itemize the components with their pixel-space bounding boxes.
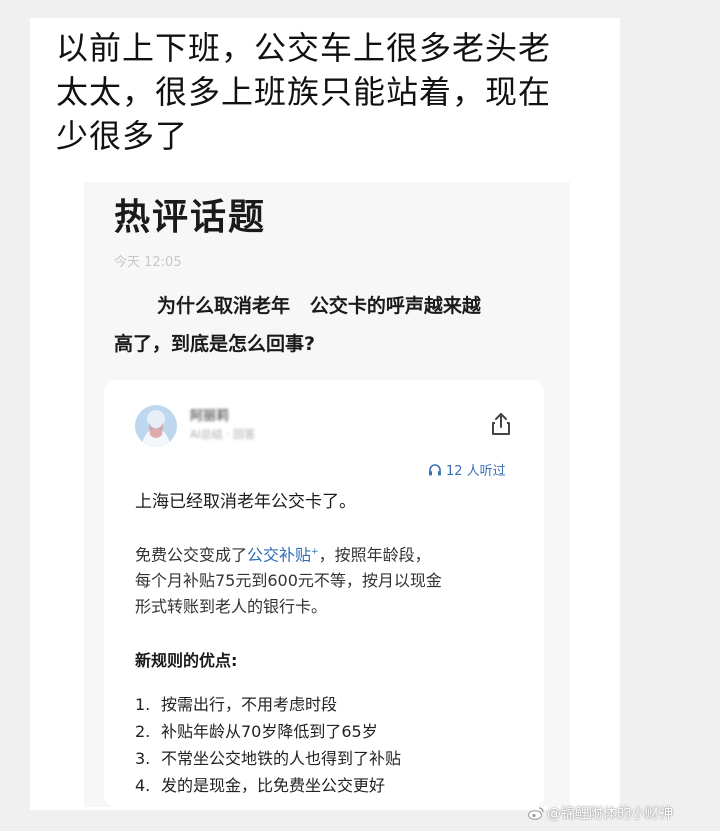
subsidy-link[interactable]: 公交补贴: [247, 545, 311, 564]
author-subtitle: AI总结 · 回答: [190, 428, 256, 441]
listen-count[interactable]: 12 人听过: [428, 460, 506, 479]
list-item: 2. 补贴年龄从70岁降低到了65岁: [135, 718, 401, 745]
watermark: @锦鲤附体的小财神: [528, 803, 673, 823]
list-item: 4. 发的是现金，比免费坐公交更好: [135, 772, 401, 799]
list-item: 1. 按需出行，不用考虑时段: [135, 691, 401, 718]
caption-line: 以前上下班，公交车上很多老头老: [56, 29, 552, 67]
weibo-icon: [528, 806, 544, 820]
list-text: 发的是现金，比免费坐公交更好: [161, 776, 386, 795]
timestamp: 今天 12:05: [114, 255, 182, 270]
share-icon[interactable]: [489, 411, 513, 437]
list-number: 4.: [135, 776, 151, 795]
list-text: 按需出行，不用考虑时段: [161, 695, 338, 714]
paragraph-line: 每个月补贴75元到600元不等，按月以现金: [135, 571, 442, 591]
caption-line: 少很多了: [56, 117, 189, 155]
para-prefix: 免费公交变成了: [135, 545, 248, 565]
author-name[interactable]: 阿丽莉: [190, 405, 229, 424]
question-line: 高了，到底是怎么回事?: [114, 333, 316, 355]
headphones-icon: [428, 463, 442, 476]
list-item: 3. 不常坐公交地铁的人也得到了补贴: [135, 745, 401, 772]
question-title[interactable]: 为什么取消老年 公交卡的呼声越来越 高了，到底是怎么回事?: [114, 287, 534, 363]
section-title: 热评话题: [114, 197, 267, 238]
advantages-heading: 新规则的优点:: [135, 651, 238, 670]
answer-lead: 上海已经取消老年公交卡了。: [135, 492, 356, 512]
avatar[interactable]: [135, 405, 177, 447]
advantages-list: 1. 按需出行，不用考虑时段 2. 补贴年龄从70岁降低到了65岁 3. 不常坐公交地…: [135, 691, 401, 799]
paragraph-line: 形式转账到老人的银行卡。: [135, 597, 328, 617]
listen-count-text: 12 人听过: [446, 464, 506, 479]
list-number: 3.: [135, 749, 151, 768]
list-text: 补贴年龄从70岁降低到了65岁: [161, 722, 378, 741]
post-caption: 以前上下班，公交车上很多老头老 太太，很多上班族只能站着，现在 少很多了: [56, 26, 576, 158]
list-number: 1.: [135, 695, 151, 714]
link-marker: +: [311, 547, 319, 557]
para-rest: ，按照年龄段，: [318, 545, 431, 565]
question-line: 为什么取消老年 公交卡的呼声越来越: [157, 295, 481, 317]
list-number: 2.: [135, 722, 151, 741]
list-text: 不常坐公交地铁的人也得到了补贴: [161, 749, 402, 768]
answer-paragraph: 免费公交变成了公交补贴+，按照年龄段， 每个月补贴75元到600元不等，按月以现…: [135, 539, 535, 620]
paragraph-line: 免费公交变成了公交补贴+，按照年龄段，: [135, 539, 535, 568]
watermark-text: @锦鲤附体的小财神: [547, 806, 673, 822]
caption-line: 太太，很多上班族只能站着，现在: [56, 73, 552, 111]
